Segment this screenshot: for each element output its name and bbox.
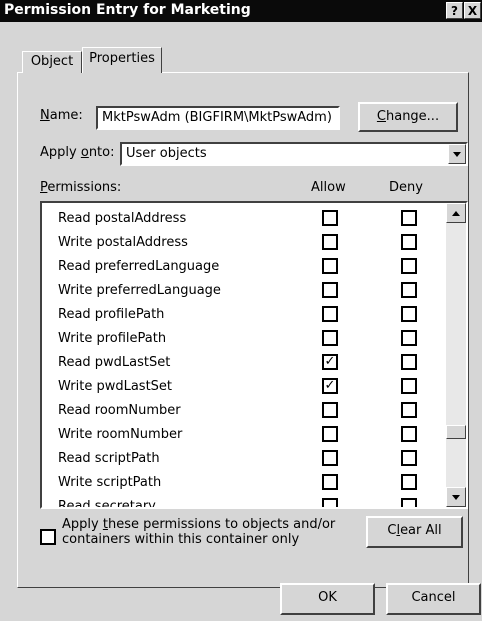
scroll-thumb[interactable] (446, 425, 466, 439)
allow-checkbox[interactable] (322, 234, 338, 250)
tab-object[interactable]: Object (22, 51, 82, 73)
deny-checkbox[interactable] (401, 306, 417, 322)
allow-checkbox[interactable] (322, 282, 338, 298)
permission-row: Write roomNumber (42, 424, 448, 446)
close-button[interactable]: X (464, 2, 481, 19)
window-title: Permission Entry for Marketing (4, 2, 251, 18)
deny-checkbox[interactable] (401, 234, 417, 250)
clear-all-button[interactable]: Clear All (366, 516, 463, 548)
permission-row: Write preferredLanguage (42, 280, 448, 302)
scroll-down-button[interactable] (446, 487, 466, 507)
permission-name: Read preferredLanguage (58, 259, 220, 274)
deny-checkbox[interactable] (401, 426, 417, 442)
permission-row: Read scriptPath (42, 448, 448, 470)
permission-row: Write profilePath (42, 328, 448, 350)
permission-row: Read pwdLastSet ✓ (42, 352, 448, 374)
allow-checkbox[interactable]: ✓ (322, 378, 338, 394)
permission-name: Write pwdLastSet (58, 379, 173, 394)
title-bar: Permission Entry for Marketing ? X (0, 0, 482, 22)
allow-checkbox[interactable] (322, 426, 338, 442)
name-field: MktPswAdm (BIGFIRM\MktPswAdm) (96, 106, 340, 130)
deny-checkbox[interactable] (401, 378, 417, 394)
permission-name: Write preferredLanguage (58, 283, 221, 298)
allow-checkbox[interactable] (322, 330, 338, 346)
permission-row: Read preferredLanguage (42, 256, 448, 278)
allow-checkbox[interactable] (322, 474, 338, 490)
permission-name: Write roomNumber (58, 427, 183, 442)
help-button[interactable]: ? (446, 2, 463, 19)
apply-onto-value: User objects (126, 146, 207, 161)
permission-row: Read roomNumber (42, 400, 448, 422)
permission-row: Write postalAddress (42, 232, 448, 254)
permissions-list[interactable]: Read postalAddress Write postalAddress Rea… (40, 201, 468, 509)
allow-checkbox[interactable] (322, 306, 338, 322)
permission-row: Read profilePath (42, 304, 448, 326)
permission-name: Read profilePath (58, 307, 165, 322)
tab-properties[interactable]: Properties (82, 47, 162, 73)
permission-name: Read pwdLastSet (58, 355, 171, 370)
allow-checkbox[interactable] (322, 402, 338, 418)
apply-onto-dropdown[interactable]: User objects (120, 142, 468, 166)
deny-checkbox[interactable] (401, 282, 417, 298)
deny-checkbox[interactable] (401, 450, 417, 466)
name-label: Name: (40, 108, 83, 123)
scrollbar[interactable] (446, 203, 466, 507)
allow-checkbox[interactable] (322, 498, 338, 507)
permission-name: Read secretary (58, 499, 156, 509)
permission-row: Write scriptPath (42, 472, 448, 494)
permissions-label: Permissions: (40, 180, 122, 195)
deny-checkbox[interactable] (401, 474, 417, 490)
deny-checkbox[interactable] (401, 210, 417, 226)
deny-checkbox[interactable] (401, 258, 417, 274)
deny-checkbox[interactable] (401, 402, 417, 418)
chevron-down-icon[interactable] (448, 144, 466, 164)
permission-row: Read secretary (42, 496, 448, 509)
allow-checkbox[interactable] (322, 258, 338, 274)
apply-onto-label: Apply onto: (40, 145, 115, 160)
permission-name: Write profilePath (58, 331, 167, 346)
cancel-button[interactable]: Cancel (386, 583, 481, 615)
permission-row: Write pwdLastSet ✓ (42, 376, 448, 398)
scroll-up-button[interactable] (446, 203, 466, 223)
permission-name: Write postalAddress (58, 235, 188, 250)
deny-checkbox[interactable] (401, 498, 417, 507)
permission-row: Read postalAddress (42, 208, 448, 230)
permission-name: Read roomNumber (58, 403, 181, 418)
allow-checkbox[interactable] (322, 210, 338, 226)
allow-checkbox[interactable]: ✓ (322, 354, 338, 370)
change-button[interactable]: Change... (358, 102, 458, 132)
deny-checkbox[interactable] (401, 354, 417, 370)
ok-button[interactable]: OK (280, 583, 375, 615)
deny-header: Deny (389, 180, 423, 195)
deny-checkbox[interactable] (401, 330, 417, 346)
apply-within-label: Apply these permissions to objects and/o… (62, 517, 336, 547)
allow-header: Allow (311, 180, 346, 195)
apply-within-checkbox[interactable] (40, 529, 56, 545)
permission-name: Read postalAddress (58, 211, 187, 226)
permission-name: Read scriptPath (58, 451, 160, 466)
permission-name: Write scriptPath (58, 475, 162, 490)
allow-checkbox[interactable] (322, 450, 338, 466)
